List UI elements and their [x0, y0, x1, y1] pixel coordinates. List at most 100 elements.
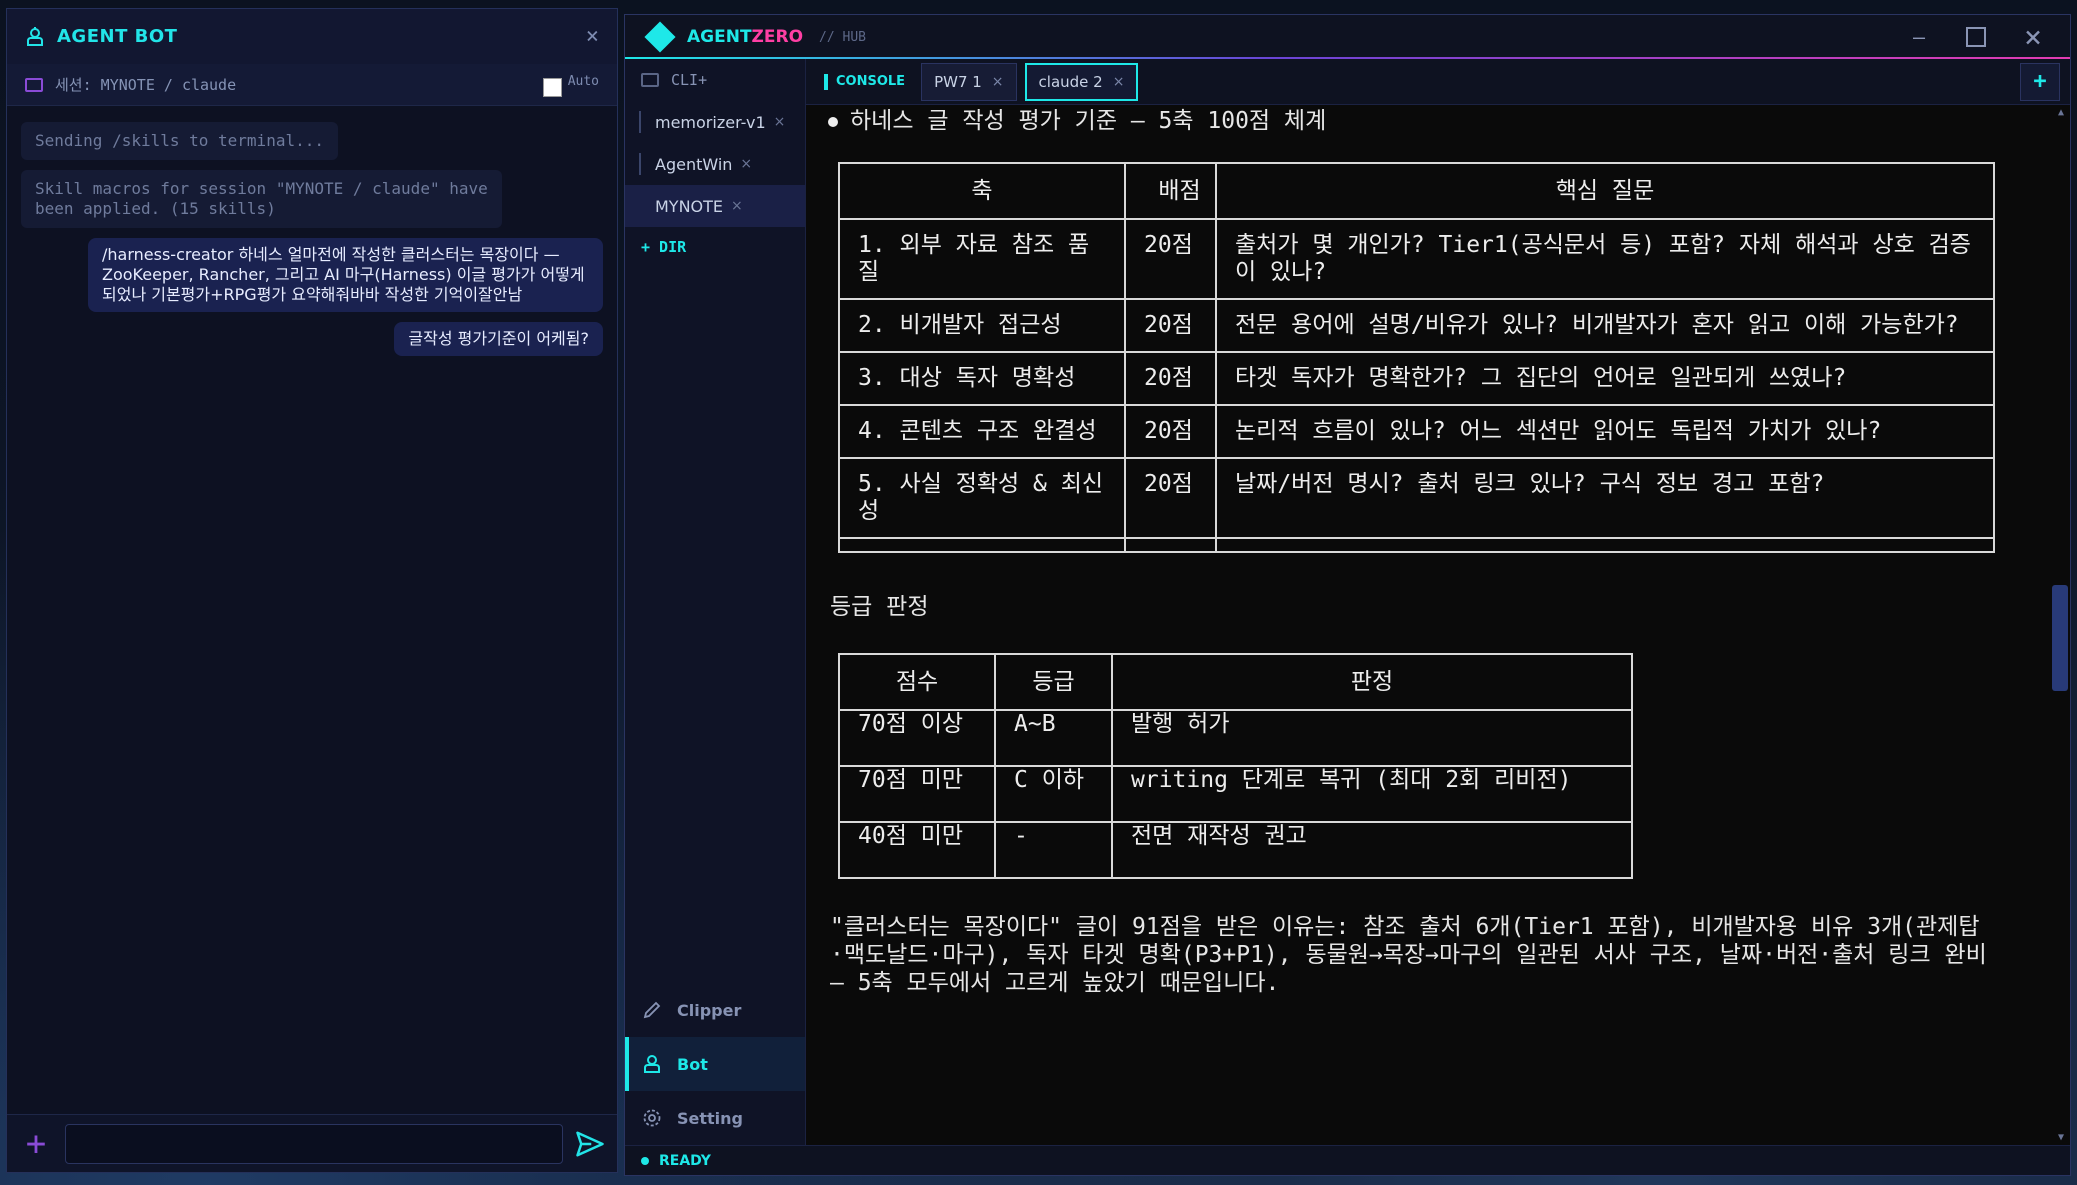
close-icon[interactable]: ×: [740, 156, 752, 172]
new-tab-button[interactable]: +: [2020, 62, 2060, 101]
robot-icon: [27, 26, 43, 46]
close-icon[interactable]: ×: [731, 198, 743, 214]
scroll-up-icon[interactable]: ▲: [2058, 107, 2064, 118]
app-brand: AGENTZERO: [687, 27, 803, 47]
table-header: 배점: [1124, 162, 1217, 220]
nav-clipper[interactable]: Clipper: [625, 983, 805, 1037]
cli-add-button[interactable]: CLI+: [625, 59, 805, 101]
close-icon[interactable]: ×: [992, 74, 1004, 90]
chat-input[interactable]: [65, 1123, 563, 1164]
table-cell: [1124, 537, 1217, 553]
close-icon[interactable]: ×: [774, 114, 786, 130]
sidebar-item-memorizer[interactable]: memorizer-v1 ×: [625, 101, 805, 143]
diamond-logo-icon: [644, 21, 676, 53]
chat-history: Sending /skills to terminal... Skill mac…: [7, 106, 617, 1114]
add-dir-button[interactable]: + DIR: [625, 227, 805, 267]
table-cell: [838, 537, 1126, 553]
robot-icon: [641, 1053, 663, 1075]
table-cell: 발행 허가: [1111, 709, 1633, 767]
table-cell: 전면 재작성 권고: [1111, 821, 1633, 879]
table-cell: 출처가 몇 개인가? Tier1(공식문서 등) 포함? 자체 해석과 상호 검…: [1215, 218, 1995, 300]
maximize-icon[interactable]: [1966, 27, 1986, 47]
close-icon[interactable]: ×: [1113, 74, 1125, 90]
sidebar-item-agentwin[interactable]: AgentWin ×: [625, 143, 805, 185]
table-cell: 70점 이상: [838, 709, 996, 767]
sidebar-item-mynote[interactable]: MYNOTE ×: [625, 185, 805, 227]
status-dot-icon: [641, 1156, 649, 1165]
bot-titlebar: AGENT BOT ×: [7, 9, 617, 64]
chat-input-bar: +: [7, 1114, 617, 1172]
window-controls: — ×: [1902, 20, 2050, 55]
tree-line: [639, 195, 641, 217]
send-icon[interactable]: [575, 1129, 605, 1159]
tree-line: [639, 111, 641, 133]
table-header: 등급: [994, 653, 1113, 711]
table-row: 3. 대상 독자 명확성 20점 타겟 독자가 명확한가? 그 집단의 언어로 …: [838, 351, 1995, 406]
table-cell: 1. 외부 자료 참조 품질: [838, 218, 1126, 300]
az-titlebar: AGENTZERO // HUB — ×: [625, 15, 2070, 59]
auto-checkbox[interactable]: [542, 78, 562, 97]
bullet-icon: [828, 116, 838, 127]
scroll-thumb[interactable]: [2052, 585, 2068, 691]
table-cell: 20점: [1124, 218, 1217, 300]
cli-label: CLI+: [671, 71, 708, 89]
console-label: CONSOLE: [836, 74, 906, 89]
table-row: 4. 콘텐츠 구조 완결성 20점 논리적 흐름이 있나? 어느 섹션만 읽어도…: [838, 404, 1995, 459]
nav-label: Setting: [677, 1108, 743, 1128]
nav-bot[interactable]: Bot: [625, 1037, 805, 1091]
bot-close-button[interactable]: ×: [586, 24, 599, 49]
scrollbar[interactable]: ▲ ▼: [2048, 105, 2070, 1145]
nav-setting[interactable]: Setting: [625, 1091, 805, 1145]
console-heading: 하네스 글 작성 평가 기준 — 5축 100점 체계: [828, 105, 2040, 144]
heading-text: 하네스 글 작성 평가 기준 — 5축 100점 체계: [850, 108, 1327, 134]
close-icon[interactable]: ×: [2016, 20, 2050, 55]
auto-label: Auto: [567, 74, 599, 89]
sidebar: CLI+ memorizer-v1 × AgentWin × MYNOTE × …: [625, 59, 806, 1145]
table-cell: 2. 비개발자 접근성: [838, 298, 1126, 353]
table-header-row: 점수 등급 판정: [838, 653, 1633, 711]
table-cell: 40점 미만: [838, 821, 996, 879]
brand-agent: AGENT: [687, 27, 752, 47]
table-row: 5. 사실 정확성 & 최신성 20점 날짜/버전 명시? 출처 링크 있나? …: [838, 457, 1995, 539]
agent-bot-window: AGENT BOT × 세션: MYNOTE / claude Auto Sen…: [6, 8, 618, 1173]
auto-toggle[interactable]: Auto: [542, 72, 599, 97]
table-row-blank: [838, 537, 1995, 553]
sidebar-item-label: AgentWin: [655, 154, 733, 174]
tab-label: claude 2: [1038, 72, 1103, 91]
minimize-icon[interactable]: —: [1902, 25, 1936, 49]
console-indicator: [824, 73, 828, 90]
table-cell: 5. 사실 정확성 & 최신성: [838, 457, 1126, 539]
system-message: Sending /skills to terminal...: [21, 122, 338, 160]
table-row: 70점 미만 C 이하 writing 단계로 복귀 (최대 2회 리비전): [838, 765, 1633, 823]
sidebar-item-label: memorizer-v1: [655, 112, 766, 132]
pencil-icon: [641, 999, 663, 1021]
az-body: CLI+ memorizer-v1 × AgentWin × MYNOTE × …: [625, 59, 2070, 1145]
table-header: 판정: [1111, 653, 1633, 711]
agent-zero-window: AGENTZERO // HUB — × CLI+ memorizer-v1 ×…: [624, 14, 2071, 1176]
summary-paragraph: "클러스터는 목장이다" 글이 91점을 받은 이유는: 참조 출처 6개(Ti…: [830, 914, 1987, 996]
table-cell: 3. 대상 독자 명확성: [838, 351, 1126, 406]
bot-title: AGENT BOT: [57, 26, 178, 47]
tab-console-label: CONSOLE: [816, 73, 913, 90]
table-row: 40점 미만 - 전면 재작성 권고: [838, 821, 1633, 879]
table-header: 축: [838, 162, 1126, 220]
table-cell: [1215, 537, 1995, 553]
system-message: Skill macros for session "MYNOTE / claud…: [21, 170, 502, 228]
table-cell: 논리적 흐름이 있나? 어느 섹션만 읽어도 독립적 가치가 있나?: [1215, 404, 1995, 459]
terminal-icon: [25, 77, 43, 92]
session-bar: 세션: MYNOTE / claude Auto: [7, 64, 617, 106]
gear-icon: [641, 1107, 663, 1129]
table-cell: C 이하: [994, 765, 1113, 823]
status-bar: READY: [625, 1145, 2070, 1175]
table-cell: 전문 용어에 설명/비유가 있나? 비개발자가 혼자 읽고 이해 가능한가?: [1215, 298, 1995, 353]
scroll-down-icon[interactable]: ▼: [2058, 1132, 2064, 1143]
terminal-console[interactable]: 하네스 글 작성 평가 기준 — 5축 100점 체계 축 배점 핵심 질문 1…: [806, 105, 2070, 1145]
table-header: 점수: [838, 653, 996, 711]
tab-claude[interactable]: claude 2 ×: [1024, 62, 1139, 101]
table-row: 70점 이상 A~B 발행 허가: [838, 709, 1633, 767]
table-cell: 70점 미만: [838, 765, 996, 823]
tab-pw7[interactable]: PW7 1 ×: [921, 62, 1017, 101]
add-attachment-button[interactable]: +: [19, 1127, 53, 1161]
table-cell: writing 단계로 복귀 (최대 2회 리비전): [1111, 765, 1633, 823]
